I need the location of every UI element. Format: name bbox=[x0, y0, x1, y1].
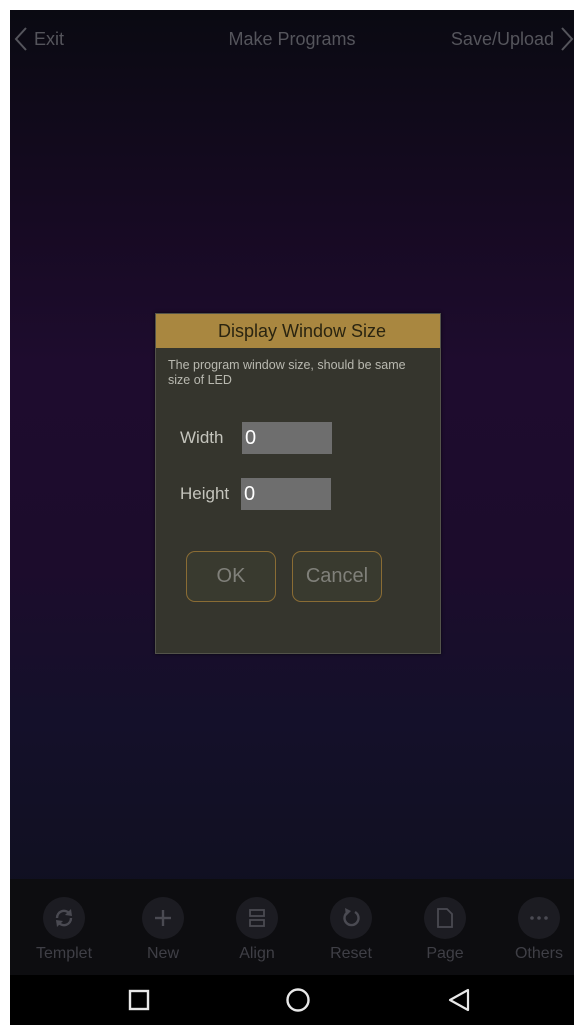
align-label: Align bbox=[239, 945, 275, 962]
reset-icon bbox=[343, 908, 360, 927]
page-label: Page bbox=[426, 945, 464, 962]
more-icon bbox=[530, 916, 548, 920]
others-button[interactable]: Others bbox=[504, 897, 574, 963]
app-screen: Exit Make Programs Save/Upload Display W… bbox=[10, 10, 574, 1025]
cancel-button[interactable]: Cancel bbox=[292, 551, 382, 602]
ok-button[interactable]: OK bbox=[186, 551, 276, 602]
top-bar: Exit Make Programs Save/Upload bbox=[10, 24, 574, 58]
plus-icon bbox=[155, 910, 171, 926]
dialog-description: The program window size, should be same … bbox=[168, 358, 406, 387]
chevron-left-icon bbox=[14, 27, 27, 51]
sync-icon bbox=[55, 909, 73, 927]
bottom-toolbar: Templet New Align Reset Page Others bbox=[10, 879, 574, 975]
save-upload-label: Save/Upload bbox=[450, 28, 554, 49]
width-row: Width 0 bbox=[180, 422, 332, 454]
exit-label: Exit bbox=[34, 28, 65, 49]
others-label: Others bbox=[514, 945, 563, 962]
new-icon-wrap bbox=[142, 897, 184, 939]
reset-button[interactable]: Reset bbox=[316, 897, 386, 963]
back-button[interactable] bbox=[444, 985, 474, 1015]
chevron-right-icon bbox=[561, 27, 574, 51]
align-button[interactable]: Align bbox=[222, 897, 292, 963]
new-label: New bbox=[146, 945, 179, 962]
templet-label: Templet bbox=[35, 945, 93, 962]
height-row: Height 0 bbox=[180, 478, 331, 510]
square-icon bbox=[128, 989, 150, 1011]
page-icon bbox=[437, 908, 453, 928]
templet-button[interactable]: Templet bbox=[29, 897, 99, 963]
others-icon-wrap bbox=[518, 897, 560, 939]
page-button[interactable]: Page bbox=[410, 897, 480, 963]
circle-icon bbox=[286, 988, 310, 1012]
recent-apps-button[interactable] bbox=[124, 985, 154, 1015]
align-icon bbox=[249, 909, 265, 927]
align-icon-wrap bbox=[236, 897, 278, 939]
display-window-size-dialog: Display Window Size The program window s… bbox=[155, 313, 441, 654]
new-button[interactable]: New bbox=[128, 897, 198, 963]
exit-button[interactable]: Exit bbox=[14, 24, 64, 54]
home-button[interactable] bbox=[283, 985, 313, 1015]
triangle-back-icon bbox=[448, 988, 470, 1012]
width-label: Width bbox=[180, 428, 224, 447]
dialog-title: Display Window Size bbox=[156, 314, 440, 348]
reset-icon-wrap bbox=[330, 897, 372, 939]
width-input[interactable]: 0 bbox=[242, 422, 332, 454]
templet-icon-wrap bbox=[43, 897, 85, 939]
height-input[interactable]: 0 bbox=[241, 478, 331, 510]
height-label: Height bbox=[180, 484, 230, 503]
system-nav-bar bbox=[10, 975, 574, 1025]
save-upload-button[interactable]: Save/Upload bbox=[451, 24, 574, 54]
page-icon-wrap bbox=[424, 897, 466, 939]
reset-label: Reset bbox=[330, 945, 372, 962]
